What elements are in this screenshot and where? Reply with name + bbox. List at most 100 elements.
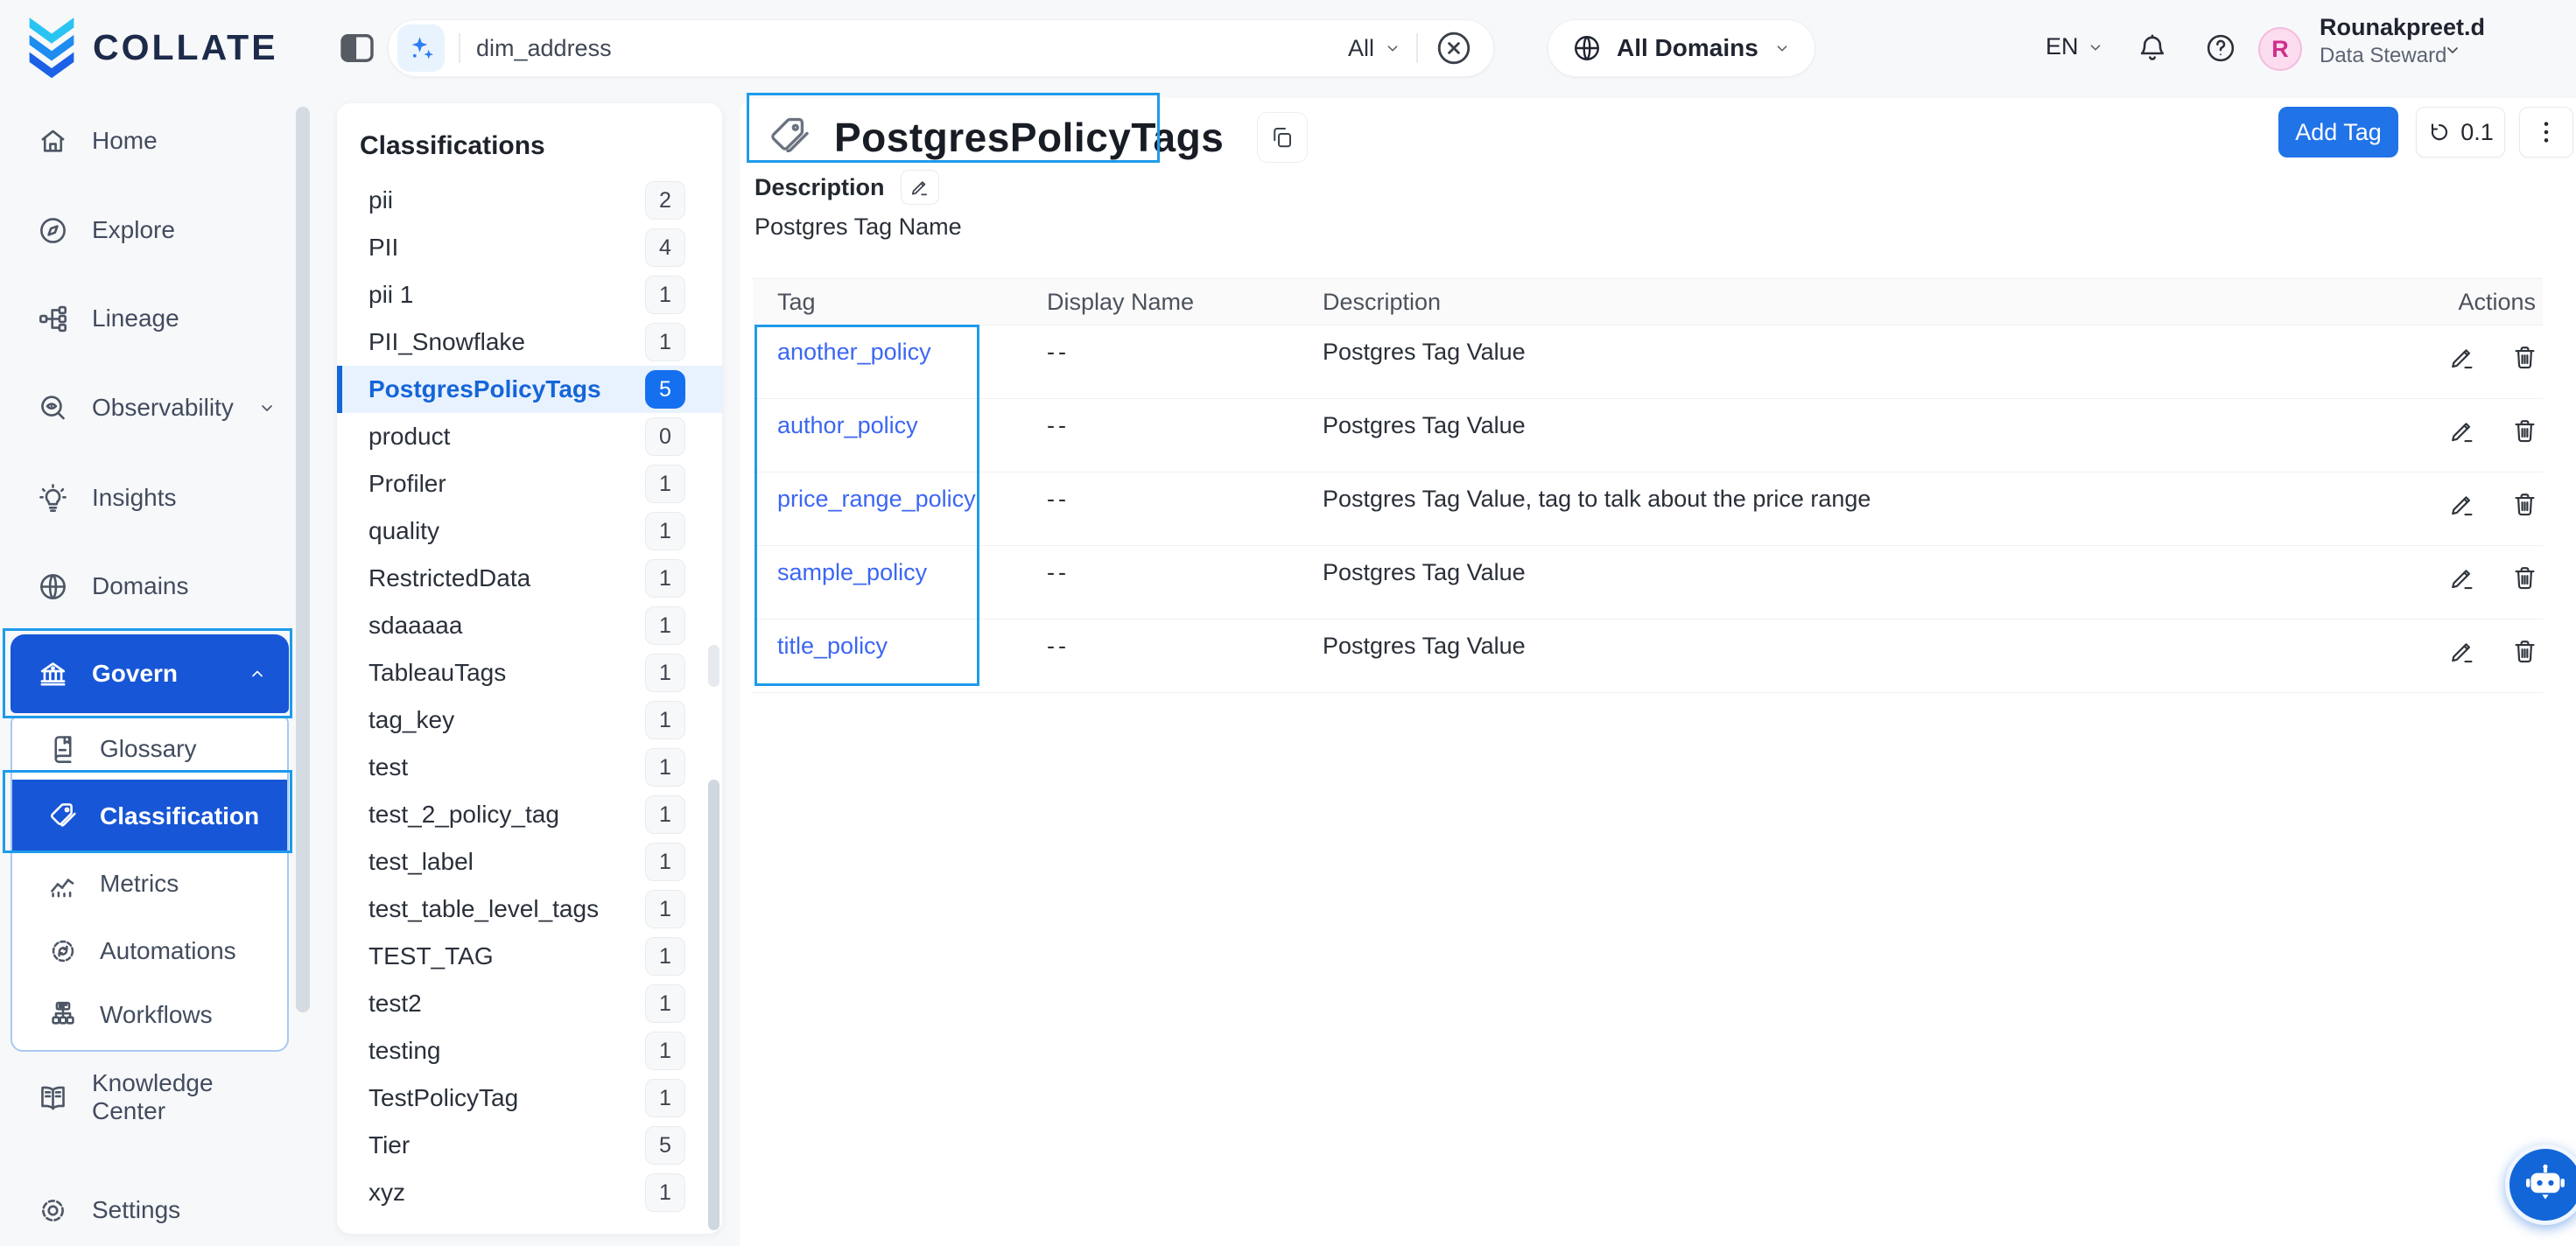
brand-name: COLLATE bbox=[93, 27, 278, 68]
classification-list-item[interactable]: Profiler 1 bbox=[337, 460, 722, 508]
lineage-icon bbox=[37, 303, 69, 335]
edit-tag-button[interactable] bbox=[2448, 490, 2477, 545]
sidebar-item-knowledge-center[interactable]: Knowledge Center bbox=[11, 1066, 289, 1129]
delete-tag-button[interactable] bbox=[2510, 637, 2539, 692]
column-header-display-name: Display Name bbox=[1015, 289, 1313, 316]
search-scope-value: All bbox=[1348, 35, 1374, 62]
sidebar-item-label: Govern bbox=[92, 660, 178, 688]
search-input[interactable] bbox=[476, 35, 1348, 62]
tag-display-name: -- bbox=[1015, 399, 1313, 472]
classification-list-item[interactable]: pii 2 bbox=[337, 177, 722, 224]
top-header: COLLATE All All Domains EN R bbox=[0, 0, 2576, 96]
classification-list-item[interactable]: testing 1 bbox=[337, 1027, 722, 1074]
sidebar-item-label: Domains bbox=[92, 572, 188, 600]
delete-tag-button[interactable] bbox=[2510, 343, 2539, 398]
edit-tag-button[interactable] bbox=[2448, 416, 2477, 472]
global-search-bar[interactable]: All bbox=[388, 19, 1494, 77]
more-options-button[interactable] bbox=[2519, 107, 2573, 158]
delete-tag-button[interactable] bbox=[2510, 564, 2539, 619]
tag-link[interactable]: author_policy bbox=[777, 412, 918, 438]
version-history-icon bbox=[2427, 120, 2452, 144]
classification-list-item[interactable]: PII 4 bbox=[337, 224, 722, 271]
user-avatar[interactable]: R bbox=[2258, 27, 2302, 71]
help-icon[interactable] bbox=[2204, 32, 2237, 65]
sidebar-item-explore[interactable]: Explore bbox=[11, 199, 289, 262]
chatbot-button[interactable] bbox=[2505, 1144, 2576, 1225]
govern-bank-icon bbox=[37, 658, 69, 690]
sidebar-item-home[interactable]: Home bbox=[11, 109, 289, 172]
tag-link[interactable]: sample_policy bbox=[777, 559, 927, 585]
add-tag-button[interactable]: Add Tag bbox=[2278, 107, 2398, 158]
classifications-scrollbar-segment[interactable] bbox=[708, 645, 719, 687]
classification-list-item[interactable]: test_label 1 bbox=[337, 838, 722, 886]
version-button[interactable]: 0.1 bbox=[2416, 107, 2505, 158]
sidebar-item-observability[interactable]: Observability bbox=[11, 376, 289, 439]
sidebar-item-automations[interactable]: Automations bbox=[12, 920, 287, 983]
sidebar-item-govern[interactable]: Govern bbox=[11, 634, 289, 713]
workflows-icon bbox=[47, 999, 79, 1031]
domains-dropdown-label: All Domains bbox=[1617, 34, 1758, 62]
language-value: EN bbox=[2046, 33, 2079, 60]
classification-count-badge: 1 bbox=[645, 654, 685, 692]
edit-tag-button[interactable] bbox=[2448, 564, 2477, 619]
sidebar-toggle-icon[interactable] bbox=[337, 29, 377, 67]
classification-count-badge: 1 bbox=[645, 937, 685, 976]
automations-icon bbox=[47, 935, 79, 967]
delete-tag-button[interactable] bbox=[2510, 416, 2539, 472]
collate-logo[interactable]: COLLATE bbox=[25, 15, 278, 80]
language-dropdown[interactable]: EN bbox=[2046, 33, 2105, 60]
classification-list-item[interactable]: PostgresPolicyTags 5 bbox=[337, 366, 722, 413]
notifications-bell-icon[interactable] bbox=[2136, 32, 2169, 65]
sidebar-item-glossary[interactable]: Glossary bbox=[12, 718, 287, 780]
classification-list-item[interactable]: tag_key 1 bbox=[337, 696, 722, 744]
classification-list-item[interactable]: xyz 1 bbox=[337, 1169, 722, 1216]
classification-list-item[interactable]: TableauTags 1 bbox=[337, 649, 722, 696]
edit-description-button[interactable] bbox=[901, 170, 939, 205]
edit-tag-button[interactable] bbox=[2448, 343, 2477, 398]
classification-list-item[interactable]: sdaaaaa 1 bbox=[337, 602, 722, 649]
classification-count-badge: 1 bbox=[645, 843, 685, 881]
search-scope-dropdown[interactable]: All bbox=[1348, 35, 1402, 62]
edit-pencil-icon bbox=[2448, 343, 2477, 372]
ai-sparkles-icon[interactable] bbox=[397, 24, 445, 72]
classification-list-item[interactable]: test 1 bbox=[337, 744, 722, 791]
sidebar-item-lineage[interactable]: Lineage bbox=[11, 287, 289, 350]
classification-list-item[interactable]: test_table_level_tags 1 bbox=[337, 886, 722, 933]
table-row: author_policy -- Postgres Tag Value bbox=[753, 399, 2543, 472]
add-tag-label: Add Tag bbox=[2295, 119, 2382, 146]
sidebar-item-classification[interactable]: Classification bbox=[12, 780, 287, 853]
user-menu-chevron-icon[interactable] bbox=[2442, 39, 2463, 60]
classification-list-item[interactable]: Tier 5 bbox=[337, 1122, 722, 1169]
tag-link[interactable]: price_range_policy bbox=[777, 486, 976, 512]
delete-trash-icon bbox=[2510, 490, 2539, 519]
classification-list-item[interactable]: TestPolicyTag 1 bbox=[337, 1074, 722, 1122]
classification-list-item[interactable]: product 0 bbox=[337, 413, 722, 460]
tag-description: Postgres Tag Value bbox=[1313, 326, 2359, 398]
delete-tag-button[interactable] bbox=[2510, 490, 2539, 545]
sidebar-scrollbar[interactable] bbox=[296, 107, 310, 1012]
classification-list-item[interactable]: test2 1 bbox=[337, 980, 722, 1027]
sidebar-item-metrics[interactable]: Metrics bbox=[12, 852, 287, 915]
sidebar-item-domains[interactable]: Domains bbox=[11, 555, 289, 618]
classification-list-item[interactable]: test_2_policy_tag 1 bbox=[337, 791, 722, 838]
settings-gear-icon bbox=[37, 1194, 69, 1227]
sidebar-item-settings[interactable]: Settings bbox=[11, 1179, 289, 1242]
classifications-scrollbar[interactable] bbox=[708, 780, 719, 1230]
sidebar-item-insights[interactable]: Insights bbox=[11, 466, 289, 529]
classification-list-item[interactable]: pii 1 1 bbox=[337, 271, 722, 318]
copy-name-button[interactable] bbox=[1257, 112, 1308, 163]
classification-list-item[interactable]: PII_Snowflake 1 bbox=[337, 318, 722, 366]
sidebar-item-workflows[interactable]: Workflows bbox=[12, 984, 287, 1046]
classification-count-badge: 5 bbox=[645, 1126, 685, 1165]
classification-list-item[interactable]: quality 1 bbox=[337, 508, 722, 555]
tag-link[interactable]: title_policy bbox=[777, 633, 888, 659]
classification-list-item[interactable]: TEST_TAG 1 bbox=[337, 933, 722, 980]
search-clear-icon[interactable] bbox=[1434, 28, 1474, 68]
tag-display-name: -- bbox=[1015, 546, 1313, 619]
domains-dropdown[interactable]: All Domains bbox=[1548, 19, 1815, 77]
classification-list-item[interactable]: RestrictedData 1 bbox=[337, 555, 722, 602]
classification-name: test_label bbox=[369, 848, 474, 876]
tag-link[interactable]: another_policy bbox=[777, 339, 931, 365]
page-title-row: PostgresPolicyTags bbox=[766, 112, 1308, 163]
edit-tag-button[interactable] bbox=[2448, 637, 2477, 692]
